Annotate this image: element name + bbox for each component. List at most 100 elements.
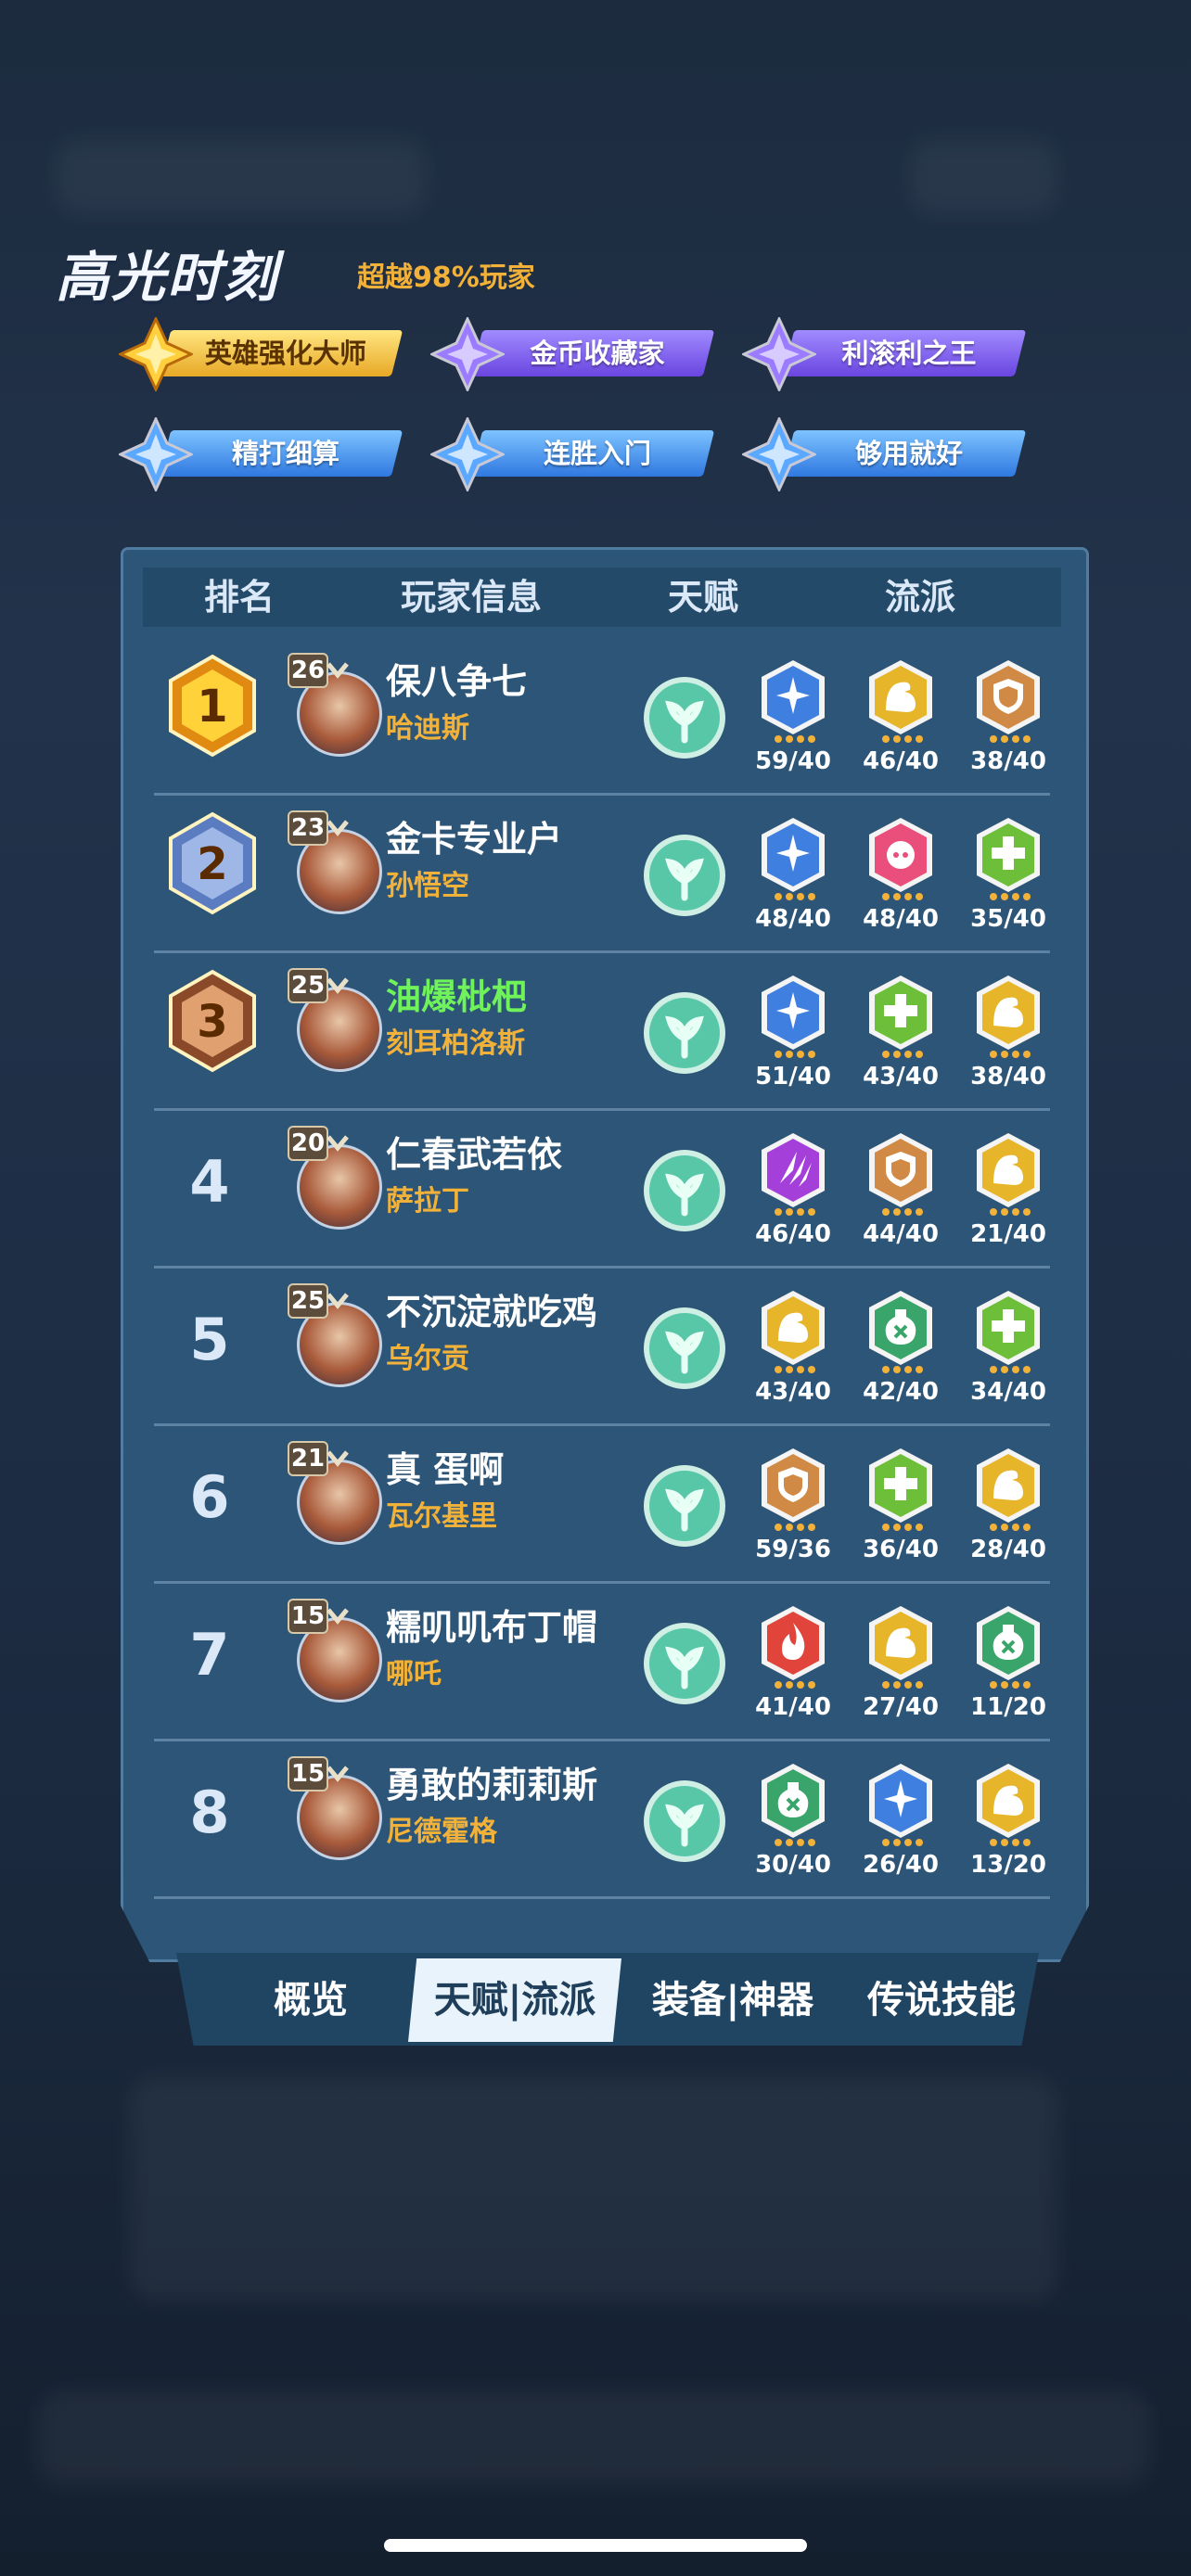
build-progress: 48/40 xyxy=(755,905,831,933)
talent-tree-icon[interactable] xyxy=(642,833,727,918)
rank-number: 5 xyxy=(189,1306,230,1373)
tab-talent-build[interactable]: 天赋|流派 xyxy=(408,1958,621,2042)
build-progress: 59/40 xyxy=(755,747,831,775)
fire-icon xyxy=(762,1606,825,1680)
hero-name: 孙悟空 xyxy=(386,870,469,902)
build-progress: 28/40 xyxy=(970,1536,1046,1563)
star-icon xyxy=(119,317,193,391)
chevron-icon xyxy=(327,1135,349,1152)
build-shield[interactable]: 44/40 xyxy=(859,1129,942,1248)
build-progress: 43/40 xyxy=(755,1378,831,1406)
build-poison[interactable]: 30/40 xyxy=(751,1760,835,1879)
badge-frugal[interactable]: 精打细算 xyxy=(119,417,403,491)
build-plus[interactable]: 36/40 xyxy=(859,1445,942,1563)
badge-good-enough[interactable]: 够用就好 xyxy=(742,417,1027,491)
plus-icon xyxy=(869,1448,932,1523)
build-progress: 13/20 xyxy=(970,1851,1046,1879)
build-arm[interactable]: 21/40 xyxy=(967,1129,1050,1248)
build-fire[interactable]: 41/40 xyxy=(751,1602,835,1721)
badge-interest-king[interactable]: 利滚利之王 xyxy=(742,317,1027,391)
arm-icon xyxy=(977,1133,1040,1207)
tab-equipment-artifact[interactable]: 装备|神器 xyxy=(631,1958,835,2042)
table-row[interactable]: 3 25 油爆枇杷 刻耳柏洛斯 51/40 43/40 38/40 xyxy=(121,953,1083,1111)
plus-icon xyxy=(869,976,932,1050)
build-progress: 34/40 xyxy=(970,1378,1046,1406)
build-spark[interactable]: 59/40 xyxy=(751,657,835,775)
star-icon xyxy=(430,317,505,391)
build-spark[interactable]: 51/40 xyxy=(751,972,835,1090)
build-progress: 43/40 xyxy=(863,1063,939,1090)
table-row[interactable]: 8 15 勇敢的莉莉斯 尼德霍格 30/40 26/40 13/20 xyxy=(121,1741,1083,1899)
table-row[interactable]: 2 23 金卡专业户 孙悟空 48/40 48/40 35/40 xyxy=(121,796,1083,953)
table-row[interactable]: 4 20 仁春武若依 萨拉丁 46/40 44/40 21/40 xyxy=(121,1111,1083,1269)
star-dots-icon xyxy=(990,735,1031,743)
talent-tree-icon[interactable] xyxy=(642,1306,727,1391)
talent-tree-icon[interactable] xyxy=(642,675,727,760)
table-row[interactable]: 7 15 糯叽叽布丁帽 哪吒 41/40 27/40 11/20 xyxy=(121,1584,1083,1741)
talent-tree-icon[interactable] xyxy=(642,1621,727,1706)
chevron-icon xyxy=(327,1608,349,1625)
badge-label: 英雄强化大师 xyxy=(204,338,366,369)
table-row[interactable]: 1 26 保八争七 哈迪斯 59/40 46/40 38/40 xyxy=(121,638,1083,796)
build-arm[interactable]: 28/40 xyxy=(967,1445,1050,1563)
tab-legend-skill[interactable]: 传说技能 xyxy=(849,1958,1034,2042)
star-dots-icon xyxy=(990,1208,1031,1216)
build-shield[interactable]: 38/40 xyxy=(967,657,1050,775)
build-progress: 46/40 xyxy=(755,1220,831,1248)
header-player: 玩家信息 xyxy=(401,577,543,618)
spark-icon xyxy=(762,976,825,1050)
rank-number: 6 xyxy=(189,1463,230,1531)
hero-name: 乌尔贡 xyxy=(386,1343,469,1375)
level-badge: 15 xyxy=(288,1599,328,1634)
badge-coin-collector[interactable]: 金币收藏家 xyxy=(430,317,715,391)
spark-icon xyxy=(762,818,825,892)
star-dots-icon xyxy=(882,1208,923,1216)
build-shield[interactable]: 59/36 xyxy=(751,1445,835,1563)
build-spark[interactable]: 26/40 xyxy=(859,1760,942,1879)
home-indicator[interactable] xyxy=(384,2539,807,2552)
player-name: 真 蛋啊 xyxy=(386,1449,505,1490)
star-icon xyxy=(742,417,816,491)
star-icon xyxy=(430,417,505,491)
build-arm[interactable]: 27/40 xyxy=(859,1602,942,1721)
level-badge: 23 xyxy=(288,810,328,846)
star-dots-icon xyxy=(990,1681,1031,1689)
talent-tree-icon[interactable] xyxy=(642,1463,727,1549)
build-poison[interactable]: 11/20 xyxy=(967,1602,1050,1721)
build-progress: 35/40 xyxy=(970,905,1046,933)
build-plus[interactable]: 35/40 xyxy=(967,814,1050,933)
player-name: 保八争七 xyxy=(386,661,528,702)
build-claw[interactable]: 46/40 xyxy=(751,1129,835,1248)
claw-icon xyxy=(762,1133,825,1207)
build-arm[interactable]: 46/40 xyxy=(859,657,942,775)
table-row[interactable]: 6 21 真 蛋啊 瓦尔基里 59/36 36/40 28/40 xyxy=(121,1426,1083,1584)
build-progress: 38/40 xyxy=(970,1063,1046,1090)
build-arm[interactable]: 43/40 xyxy=(751,1287,835,1406)
arm-icon xyxy=(869,1606,932,1680)
build-pig[interactable]: 48/40 xyxy=(859,814,942,933)
build-plus[interactable]: 43/40 xyxy=(859,972,942,1090)
build-arm[interactable]: 13/20 xyxy=(967,1760,1050,1879)
badge-win-streak-beginner[interactable]: 连胜入门 xyxy=(430,417,715,491)
rank-number: 7 xyxy=(189,1621,230,1689)
build-plus[interactable]: 34/40 xyxy=(967,1287,1050,1406)
talent-tree-icon[interactable] xyxy=(642,1779,727,1864)
talent-tree-icon[interactable] xyxy=(642,990,727,1076)
rank-medal-number: 1 xyxy=(197,681,227,733)
background-blur xyxy=(909,139,1057,213)
table-row[interactable]: 5 25 不沉淀就吃鸡 乌尔贡 43/40 42/40 34/40 xyxy=(121,1269,1083,1426)
talent-tree-icon[interactable] xyxy=(642,1148,727,1233)
build-spark[interactable]: 48/40 xyxy=(751,814,835,933)
rank-medal-number: 2 xyxy=(197,838,227,890)
poison-icon xyxy=(869,1291,932,1365)
build-poison[interactable]: 42/40 xyxy=(859,1287,942,1406)
shield-icon xyxy=(869,1133,932,1207)
chevron-icon xyxy=(327,662,349,679)
header-rank: 排名 xyxy=(204,577,275,618)
build-arm[interactable]: 38/40 xyxy=(967,972,1050,1090)
star-dots-icon xyxy=(775,1366,815,1373)
build-progress: 38/40 xyxy=(970,747,1046,775)
tab-overview[interactable]: 概览 xyxy=(241,1958,380,2042)
arm-icon xyxy=(977,1764,1040,1838)
badge-hero-enhance-master[interactable]: 英雄强化大师 xyxy=(119,317,403,391)
